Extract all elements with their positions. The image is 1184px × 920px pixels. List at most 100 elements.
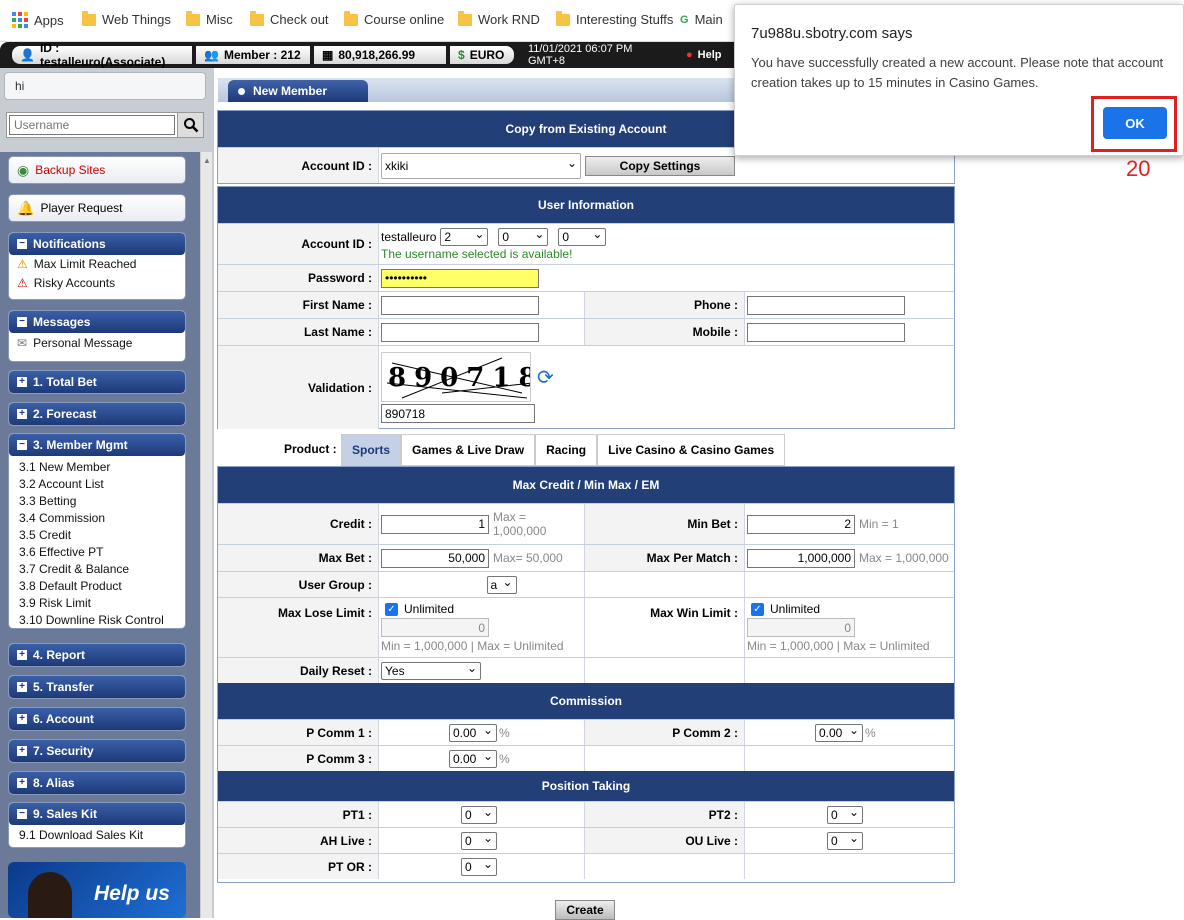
greeting-text: hi <box>15 79 25 93</box>
tab-racing[interactable]: Racing <box>535 434 598 466</box>
help-us-banner[interactable]: Help us <box>8 862 186 918</box>
account-digit-1-select[interactable]: 2 <box>440 227 489 246</box>
menu-forecast[interactable]: +2. Forecast <box>8 402 186 426</box>
credit-label: Credit : <box>218 504 378 544</box>
last-name-input[interactable] <box>381 322 539 342</box>
sidebar-item-risky-accounts[interactable]: ⚠ Risky Accounts <box>9 274 185 293</box>
user-group-select[interactable]: a <box>486 575 517 594</box>
copy-account-select[interactable]: xkiki <box>381 152 581 179</box>
p-comm-2-select[interactable]: 0.00 <box>815 723 863 742</box>
player-request-button[interactable]: 🔔 Player Request <box>8 194 186 222</box>
tab-live-casino[interactable]: Live Casino & Casino Games <box>597 434 786 466</box>
sidebar-item-credit[interactable]: 3.5 Credit <box>9 527 185 544</box>
bookmark-misc[interactable]: Misc <box>186 10 233 27</box>
menu-report[interactable]: +4. Report <box>8 643 186 667</box>
ou-live-value: 0 <box>831 833 838 848</box>
sidebar-item-risk-limit[interactable]: 3.9 Risk Limit <box>9 595 185 612</box>
bell-icon: 🔔 <box>17 199 35 216</box>
max-lose-note-min: Min = 1,000,000 <box>381 639 468 653</box>
sidebar-item-effective-pt[interactable]: 3.6 Effective PT <box>9 544 185 561</box>
password-input[interactable]: •••••••••• <box>381 268 539 288</box>
credit-input[interactable]: 1 <box>381 514 489 534</box>
bookmark-apps[interactable]: Apps <box>12 12 64 28</box>
min-bet-label: Min Bet : <box>584 504 744 544</box>
sidebar-item-personal-message[interactable]: ✉ Personal Message <box>9 333 185 354</box>
bookmark-interesting-stuffs[interactable]: Interesting Stuffs <box>556 10 673 27</box>
sidebar-scrollbar[interactable]: ▲ <box>200 152 212 918</box>
account-digit-2-select[interactable]: 0 <box>498 227 549 246</box>
max-bet-label: Max Bet : <box>218 545 378 571</box>
copy-settings-button[interactable]: Copy Settings <box>585 155 735 176</box>
folder-icon <box>82 10 96 26</box>
pt1-label: PT1 : <box>218 802 378 827</box>
min-bet-note: Min = 1 <box>859 517 899 531</box>
bookmark-web-things[interactable]: Web Things <box>82 10 171 27</box>
first-name-input[interactable] <box>381 295 539 315</box>
validation-label: Validation : <box>218 346 378 429</box>
max-bet-input[interactable]: 50,000 <box>381 548 489 568</box>
menu-security[interactable]: +7. Security <box>8 739 186 763</box>
sidebar-item-account-list[interactable]: 3.2 Account List <box>9 476 185 493</box>
menu-account[interactable]: +6. Account <box>8 707 186 731</box>
max-per-match-input[interactable]: 1,000,000 <box>747 548 855 568</box>
max-per-match-note: Max = 1,000,000 <box>859 551 949 565</box>
sidebar-item-max-limit[interactable]: ⚠ Max Limit Reached <box>9 255 185 274</box>
menu-label: 8. Alias <box>33 776 75 790</box>
sidebar-item-download-sales-kit[interactable]: 9.1 Download Sales Kit <box>9 825 185 844</box>
ah-live-select[interactable]: 0 <box>461 831 497 850</box>
search-icon[interactable] <box>177 113 203 137</box>
pt-or-select[interactable]: 0 <box>461 857 497 876</box>
menu-total-bet[interactable]: +1. Total Bet <box>8 370 186 394</box>
sidebar-item-downline-risk[interactable]: 3.10 Downline Risk Control <box>9 612 185 628</box>
create-button[interactable]: Create <box>555 900 615 920</box>
min-bet-input[interactable]: 2 <box>747 514 855 534</box>
greeting-panel: hi <box>4 72 206 100</box>
pt1-select[interactable]: 0 <box>461 805 497 824</box>
sidebar-item-credit-balance[interactable]: 3.7 Credit & Balance <box>9 561 185 578</box>
max-lose-unlimited-checkbox[interactable]: ✓ <box>385 602 398 616</box>
help-link[interactable]: ● Help <box>678 46 732 64</box>
sidebar-item-label: Risky Accounts <box>33 276 116 290</box>
p-comm-1-select[interactable]: 0.00 <box>449 723 497 742</box>
daily-reset-select[interactable]: Yes <box>381 661 481 680</box>
validation-input[interactable]: 890718 <box>381 404 535 423</box>
pt2-select[interactable]: 0 <box>827 805 863 824</box>
sales-kit-header[interactable]: −9. Sales Kit <box>9 803 185 825</box>
ou-live-select[interactable]: 0 <box>827 831 863 850</box>
menu-transfer[interactable]: +5. Transfer <box>8 675 186 699</box>
member-mgmt-header[interactable]: −3. Member Mgmt <box>9 434 185 456</box>
sidebar-item-new-member[interactable]: 3.1 New Member <box>9 459 185 476</box>
username-available-message: The username selected is available! <box>381 246 573 261</box>
daily-reset-label: Daily Reset : <box>218 658 378 683</box>
go-icon: G <box>680 13 689 26</box>
account-digit-3-select[interactable]: 0 <box>558 227 607 246</box>
messages-header[interactable]: − Messages <box>9 311 185 333</box>
p-comm-2-value: 0.00 <box>819 725 843 740</box>
sidebar-item-default-product[interactable]: 3.8 Default Product <box>9 578 185 595</box>
calculator-icon: ▦ <box>322 48 334 62</box>
mobile-input[interactable] <box>747 322 905 342</box>
bookmark-course-online[interactable]: Course online <box>344 10 444 27</box>
bookmark-main[interactable]: G Main <box>680 12 723 27</box>
folder-icon <box>250 10 264 26</box>
max-lose-note-separator: | <box>470 639 474 653</box>
max-win-unlimited-checkbox[interactable]: ✓ <box>751 602 764 616</box>
max-lose-input[interactable]: 0 <box>381 618 489 637</box>
bookmark-work-rnd[interactable]: Work RND <box>458 10 540 27</box>
sidebar-item-betting[interactable]: 3.3 Betting <box>9 493 185 510</box>
notifications-header[interactable]: − Notifications <box>9 233 185 255</box>
tab-games-live-draw[interactable]: Games & Live Draw <box>401 434 536 466</box>
menu-member-mgmt: −3. Member Mgmt 3.1 New Member 3.2 Accou… <box>8 433 186 629</box>
tab-sports[interactable]: Sports <box>341 434 402 466</box>
menu-alias[interactable]: +8. Alias <box>8 771 186 795</box>
sidebar-item-commission[interactable]: 3.4 Commission <box>9 510 185 527</box>
backup-sites-button[interactable]: ◉ Backup Sites <box>8 156 186 184</box>
p-comm-3-select[interactable]: 0.00 <box>449 749 497 768</box>
refresh-icon[interactable]: ⟳ <box>537 365 554 390</box>
phone-input[interactable] <box>747 295 905 315</box>
max-win-input[interactable]: 0 <box>747 618 855 637</box>
credit-max-note: Max = 1,000,000 <box>493 510 547 538</box>
tab-new-member[interactable]: New Member <box>228 80 368 102</box>
username-search-input[interactable] <box>9 115 175 135</box>
bookmark-check-out[interactable]: Check out <box>250 10 329 27</box>
